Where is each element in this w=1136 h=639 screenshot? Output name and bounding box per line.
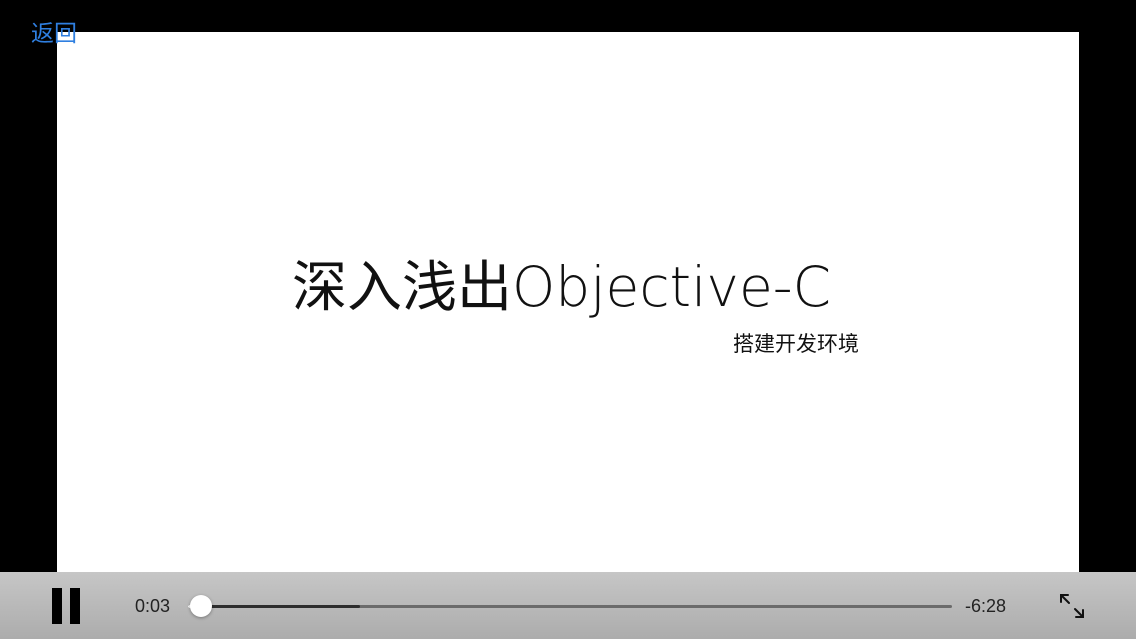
pause-button[interactable] [49, 588, 83, 624]
elapsed-time: 0:03 [135, 596, 171, 616]
fullscreen-expand-icon [1060, 594, 1084, 618]
scrubber-thumb[interactable] [190, 595, 213, 617]
video-player-screen: 返回 深入浅出Objective-C 搭建开发环境 0:03 -6:28 [0, 0, 1136, 639]
scrubber-buffered [188, 605, 360, 608]
video-frame[interactable]: 深入浅出Objective-C 搭建开发环境 [57, 32, 1079, 572]
fullscreen-button[interactable] [1058, 592, 1086, 620]
playback-control-bar: 0:03 -6:28 [0, 572, 1136, 639]
pause-icon-bar-right [70, 588, 80, 624]
pause-icon-bar-left [52, 588, 62, 624]
slide-subtitle: 搭建开发环境 [733, 332, 859, 356]
slide-title: 深入浅出Objective-C [292, 255, 832, 319]
back-button[interactable]: 返回 [31, 18, 77, 50]
remaining-time: -6:28 [965, 596, 1007, 616]
progress-scrubber[interactable] [188, 595, 952, 617]
